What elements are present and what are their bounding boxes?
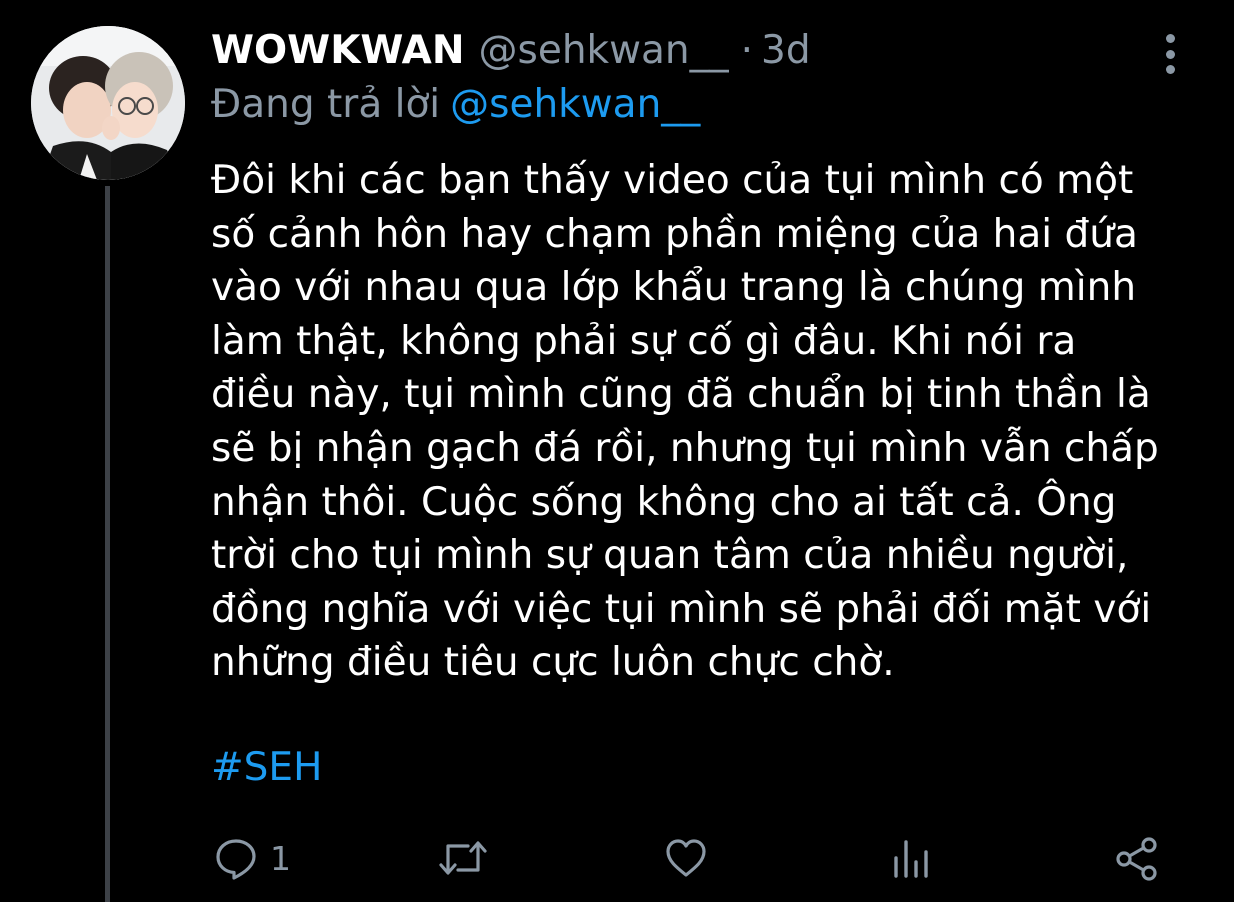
more-dot	[1165, 49, 1175, 59]
tweet-text-line: điều này, tụi mình cũng đã chuẩn bị tinh…	[211, 372, 1151, 418]
retweet-button[interactable]	[438, 836, 488, 880]
tweet-text-line: Đôi khi các bạn thấy video của tụi mình …	[211, 158, 1134, 203]
timestamp[interactable]: 3d	[761, 28, 811, 73]
tweet-text-line: sẽ bị nhận gạch đá rồi, nhưng tụi mình v…	[211, 425, 1159, 471]
separator-dot: ·	[740, 28, 754, 73]
display-name[interactable]: WOWKWAN	[211, 28, 465, 73]
hashtag-link[interactable]: #SEH	[211, 745, 322, 790]
more-options-icon[interactable]	[1156, 34, 1184, 74]
more-dot	[1165, 34, 1175, 43]
tweet-header: WOWKWAN @sehkwan__ · 3d	[211, 28, 811, 78]
reply-button[interactable]: 1	[214, 836, 291, 880]
reply-count: 1	[270, 838, 291, 878]
tweet-text-line: số cảnh hôn hay chạm phần miệng của hai …	[211, 211, 1138, 257]
analytics-icon	[894, 840, 928, 878]
avatar[interactable]	[31, 26, 185, 180]
tweet-body: Đôi khi các bạn thấy video của tụi mình …	[211, 154, 1211, 690]
analytics-button[interactable]	[890, 836, 934, 880]
tweet-text-line: đồng nghĩa với việc tụi mình sẽ phải đối…	[211, 586, 1152, 632]
tweet-text-line: trời cho tụi mình sự quan tâm của nhiều …	[211, 533, 1129, 579]
share-button[interactable]	[1114, 836, 1160, 882]
retweet-icon	[439, 841, 487, 875]
share-icon	[1116, 837, 1157, 881]
tweet-actions: 1	[0, 830, 1234, 890]
like-button[interactable]	[664, 836, 708, 880]
like-icon	[666, 839, 706, 877]
tweet-text-line: vào với nhau qua lớp khẩu trang là chúng…	[211, 265, 1137, 311]
reply-icon	[216, 839, 256, 880]
replying-to: Đang trả lời @sehkwan__	[211, 82, 700, 127]
tweet-text-line: nhận thôi. Cuộc sống không cho ai tất cả…	[211, 479, 1117, 525]
tweet-text-line: những điều tiêu cực luôn chực chờ.	[211, 640, 895, 686]
replying-to-label: Đang trả lời	[211, 82, 441, 127]
avatar-photo	[31, 26, 185, 180]
user-handle[interactable]: @sehkwan__	[479, 28, 729, 73]
thread-connector-line	[105, 186, 110, 902]
tweet-text-line: làm thật, không phải sự cố gì đâu. Khi n…	[211, 318, 1077, 364]
more-dot	[1165, 65, 1175, 74]
replying-to-handle[interactable]: @sehkwan__	[450, 82, 700, 127]
